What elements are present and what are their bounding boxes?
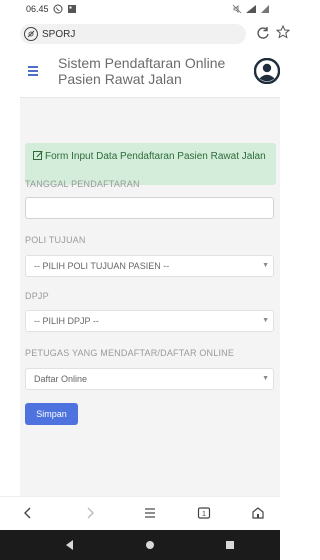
image-icon: [67, 5, 76, 13]
back-triangle-icon[interactable]: [64, 539, 76, 551]
chevron-left-icon[interactable]: [20, 505, 36, 521]
signal-icon: [246, 5, 256, 13]
home-circle-icon[interactable]: [144, 539, 156, 551]
whatsapp-icon: [53, 4, 63, 14]
android-nav-bar: [0, 530, 280, 560]
recents-square-icon[interactable]: [224, 539, 236, 551]
alert-text: Form Input Data Pendaftaran Pasien Rawat…: [45, 151, 266, 162]
svg-text:1: 1: [202, 511, 206, 518]
hamburger-icon[interactable]: [28, 66, 38, 76]
lock-icon: [24, 27, 38, 41]
user-avatar-icon[interactable]: [254, 58, 280, 84]
menu-lines-icon[interactable]: [142, 505, 158, 521]
url-field[interactable]: SPORJ: [20, 24, 246, 44]
browser-toolbar: 1: [0, 496, 280, 530]
status-right: [232, 4, 270, 14]
chevron-down-icon: ▼: [262, 317, 269, 324]
dpjp-label: DPJP: [25, 291, 49, 301]
status-left: 06.45: [26, 4, 77, 14]
tanggal-label: TANGGAL PENDAFTARAN: [25, 179, 140, 189]
dpjp-selected: -- PILIH DPJP --: [34, 316, 99, 326]
browser-url-bar: SPORJ: [20, 23, 290, 45]
reload-icon[interactable]: [256, 26, 270, 40]
tabs-icon[interactable]: 1: [196, 505, 212, 521]
petugas-label: PETUGAS YANG MENDAFTAR/DAFTAR ONLINE: [25, 348, 235, 358]
main-content: Form Input Data Pendaftaran Pasien Rawat…: [20, 98, 280, 496]
page-title: Sistem Pendaftaran Online Pasien Rawat J…: [58, 55, 226, 87]
dpjp-select[interactable]: -- PILIH DPJP -- ▼: [25, 310, 274, 332]
site-info-glyph: [27, 30, 35, 38]
chevron-right-icon[interactable]: [82, 505, 98, 521]
status-bar: 06.45: [0, 0, 280, 20]
petugas-selected: Daftar Online: [34, 374, 88, 384]
poli-label: POLI TUJUAN: [25, 235, 86, 245]
poli-selected: -- PILIH POLI TUJUAN PASIEN --: [34, 261, 170, 271]
app-header: Sistem Pendaftaran Online Pasien Rawat J…: [20, 48, 280, 98]
url-text: SPORJ: [42, 28, 76, 40]
edit-icon: [33, 151, 43, 160]
status-time: 06.45: [26, 4, 49, 14]
save-button[interactable]: Simpan: [25, 403, 78, 425]
poli-select[interactable]: -- PILIH POLI TUJUAN PASIEN -- ▼: [25, 255, 274, 277]
signal-icon-2: [261, 5, 269, 13]
chevron-down-icon: ▼: [262, 262, 269, 269]
mute-icon: [232, 4, 242, 14]
petugas-select[interactable]: Daftar Online ▼: [25, 368, 274, 390]
star-icon[interactable]: [276, 25, 290, 39]
tanggal-input[interactable]: [25, 197, 274, 219]
home-icon[interactable]: [250, 505, 266, 521]
chevron-down-icon: ▼: [262, 375, 269, 382]
